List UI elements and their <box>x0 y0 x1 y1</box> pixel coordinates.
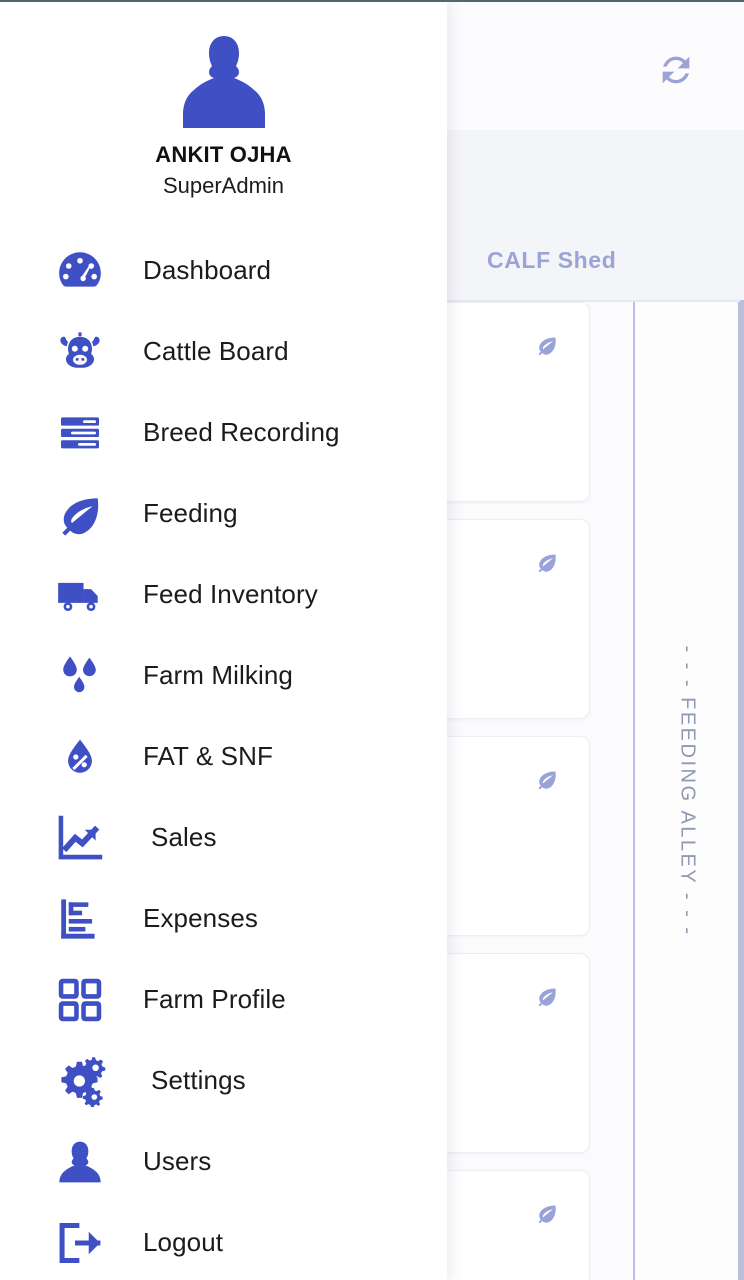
sidebar-item-label: Feeding <box>143 498 238 528</box>
sidebar-item-cattle-board[interactable]: Cattle Board <box>0 311 447 392</box>
shed-title: CALF Shed <box>487 247 617 273</box>
sidebar-item-expenses[interactable]: Expenses <box>0 878 447 959</box>
person-icon <box>53 1135 107 1189</box>
sidebar-nav: Dashboard Cattle Board Breed Recording F… <box>0 230 447 1280</box>
right-rail-divider <box>740 300 744 1280</box>
user-avatar-icon <box>181 32 267 132</box>
sidebar-item-label: Logout <box>143 1227 224 1257</box>
leaf-icon <box>535 984 559 1008</box>
profile-name: ANKIT OJHA <box>155 142 292 167</box>
status-bar-hairline <box>0 0 744 2</box>
refresh-sync-icon[interactable] <box>656 50 696 90</box>
milk-drops-icon <box>53 649 107 703</box>
sidebar-item-label: Settings <box>151 1065 246 1095</box>
sidebar-item-label: Sales <box>151 822 217 852</box>
percent-drop-icon <box>53 730 107 784</box>
sidebar-item-farm-milking[interactable]: Farm Milking <box>0 635 447 716</box>
sidebar-item-feeding[interactable]: Feeding <box>0 473 447 554</box>
sidebar-item-label: Breed Recording <box>143 417 340 447</box>
sidebar-item-label: Farm Milking <box>143 660 293 690</box>
sidebar-drawer: ANKIT OJHA SuperAdmin Dashboard Cattle B… <box>0 2 447 1280</box>
sidebar-item-settings[interactable]: Settings <box>0 1040 447 1121</box>
gears-icon <box>53 1054 107 1108</box>
sidebar-item-label: FAT & SNF <box>143 741 273 771</box>
feeding-alley-label: - - - FEEDING ALLEY - - - <box>676 645 698 937</box>
sidebar-item-label: Users <box>143 1146 212 1176</box>
leaf-icon <box>535 1201 559 1225</box>
leaf-icon <box>53 487 107 541</box>
sidebar-item-feed-inventory[interactable]: Feed Inventory <box>0 554 447 635</box>
bar-chart-icon <box>53 892 107 946</box>
sidebar-item-label: Feed Inventory <box>143 579 318 609</box>
sidebar-item-label: Expenses <box>143 903 258 933</box>
feeding-alley: - - - FEEDING ALLEY - - - <box>633 302 740 1280</box>
leaf-icon <box>535 333 559 357</box>
sidebar-item-label: Cattle Board <box>143 336 289 366</box>
sidebar-profile: ANKIT OJHA SuperAdmin <box>0 2 447 199</box>
sidebar-item-logout[interactable]: Logout <box>0 1202 447 1280</box>
logout-arrow-icon <box>53 1216 107 1270</box>
profile-role: SuperAdmin <box>162 173 285 198</box>
leaf-icon <box>535 767 559 791</box>
leaf-icon <box>535 550 559 574</box>
sidebar-item-users[interactable]: Users <box>0 1121 447 1202</box>
sidebar-item-dashboard[interactable]: Dashboard <box>0 230 447 311</box>
app-screen: CALF Shed - - - FEEDING ALLEY - - - ANKI… <box>0 0 744 1280</box>
sidebar-item-label: Farm Profile <box>143 984 286 1014</box>
trend-up-chart-icon <box>53 811 107 865</box>
sidebar-item-farm-profile[interactable]: Farm Profile <box>0 959 447 1040</box>
sidebar-item-fat-snf[interactable]: FAT & SNF <box>0 716 447 797</box>
records-list-icon <box>53 406 107 460</box>
delivery-truck-icon <box>53 568 107 622</box>
grid-squares-icon <box>53 973 107 1027</box>
cow-icon <box>53 325 107 379</box>
speedometer-icon <box>53 244 107 298</box>
sidebar-item-breed-recording[interactable]: Breed Recording <box>0 392 447 473</box>
sidebar-item-label: Dashboard <box>143 255 272 285</box>
sidebar-item-sales[interactable]: Sales <box>0 797 447 878</box>
